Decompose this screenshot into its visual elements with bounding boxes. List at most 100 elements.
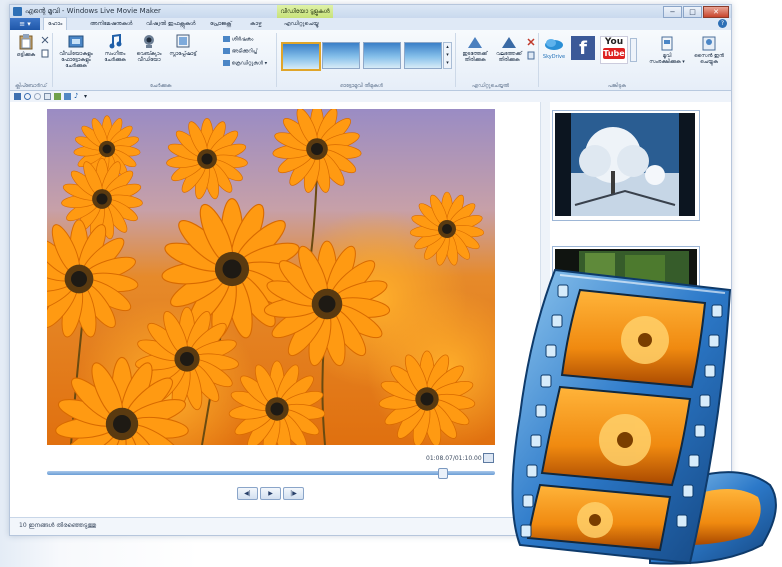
snapshot-button[interactable]: സ്നാപ്പ്ഷോട്ട് <box>168 34 198 57</box>
film-photo-icon <box>68 35 84 48</box>
ribbon: ഒട്ടിക്കുക ക്ലിപ്ബോർഡ് വീഡിയോകളും ഫോട്ടോ… <box>10 30 731 91</box>
selection-count: 10 ഇനങ്ങൾ തിരഞ്ഞെടുത്തു <box>19 522 97 529</box>
seek-bar[interactable] <box>47 471 495 475</box>
title-button[interactable]: ശീർഷകം <box>223 36 253 43</box>
save-movie-button[interactable]: മൂവി സംരക്ഷിക്കുക ▾ <box>649 36 685 65</box>
project-name: എന്റെ മൂവി <box>25 7 60 15</box>
music-note-icon <box>109 34 122 49</box>
new-project-icon[interactable] <box>44 93 51 100</box>
tab-view[interactable]: കാഴ്ച <box>250 18 262 30</box>
credits-button[interactable]: ക്രെഡിറ്റുകൾ ▾ <box>223 60 267 67</box>
add-videos-photos-label: വീഡിയോകളും ഫോട്ടോകളും ചേർക്കുക <box>59 51 93 69</box>
paste-label: ഒട്ടിക്കുക <box>16 52 36 58</box>
credits-label: ക്രെഡിറ്റുകൾ ▾ <box>231 60 268 67</box>
snapshot-icon <box>176 34 190 48</box>
tab-animations[interactable]: അനിമേഷനുകൾ <box>90 18 132 30</box>
snapshot-small-icon[interactable] <box>64 93 71 100</box>
sign-in-icon <box>702 36 716 51</box>
webcam-video-button[interactable]: വെബ്ക്യാം വീഡിയോ <box>134 34 164 63</box>
caption-button[interactable]: അടിക്കുറിപ്പ് <box>223 48 257 55</box>
window-controls: − □ ✕ <box>662 6 729 18</box>
add-videos-icon[interactable] <box>54 93 61 100</box>
save-movie-label: മൂവി സംരക്ഷിക്കുക ▾ <box>649 53 685 65</box>
skydrive-cloud-icon <box>545 39 563 50</box>
remove-icon[interactable] <box>527 38 535 62</box>
add-music-label: സംഗീതം ചേർക്കുക <box>104 51 126 63</box>
ribbon-separator <box>52 33 53 87</box>
flower-photo <box>47 109 495 445</box>
youtube-label-tube: Tube <box>603 48 625 59</box>
theme-thumbnail[interactable] <box>363 42 401 69</box>
redo-icon[interactable] <box>34 93 41 100</box>
save-icon[interactable] <box>14 93 21 100</box>
rotate-right-icon <box>502 37 516 48</box>
tab-visual-effects[interactable]: വിഷ്വൽ ഇഫക്റ്റുകൾ <box>146 18 196 30</box>
window-title: എന്റെ മൂവി - Windows Live Movie Maker <box>25 7 161 16</box>
rotate-left-button[interactable]: ഇടത്തേക്ക് തിരിക്കുക <box>459 36 491 63</box>
theme-thumbnail[interactable] <box>404 42 442 69</box>
ribbon-separator <box>276 33 277 87</box>
rotate-right-button[interactable]: വലത്തേക്ക് തിരിക്കുക <box>493 36 525 63</box>
clipboard-icon <box>19 34 33 50</box>
fullscreen-preview-icon[interactable] <box>483 453 494 463</box>
play-button[interactable]: ▶ <box>260 487 281 500</box>
next-frame-button[interactable]: |▶ <box>283 487 304 500</box>
rotate-right-label: വലത്തേക്ക് തിരിക്കുക <box>496 51 522 63</box>
skydrive-button[interactable]: SkyDrive <box>541 36 567 60</box>
clip-thumbnail <box>555 113 697 218</box>
music-small-icon[interactable]: ♪ <box>74 93 81 100</box>
youtube-button[interactable]: You Tube <box>600 36 628 64</box>
minimize-button[interactable]: − <box>663 6 682 18</box>
sign-in-label: സൈൻ ഇൻ ചെയ്യുക <box>694 53 724 65</box>
previous-frame-button[interactable]: ◀| <box>237 487 258 500</box>
paste-button[interactable]: ഒട്ടിക്കുക <box>14 34 38 58</box>
movie-maker-logo <box>511 268 777 565</box>
theme-thumbnail[interactable] <box>322 42 360 69</box>
caption-icon <box>223 48 230 54</box>
title-label: ശീർഷകം <box>231 36 254 43</box>
title-bar: എന്റെ മൂവി - Windows Live Movie Maker വീ… <box>10 5 731 18</box>
webcam-video-label: വെബ്ക്യാം വീഡിയോ <box>136 51 162 63</box>
seek-bar-handle[interactable] <box>438 468 448 479</box>
save-movie-icon <box>661 36 673 51</box>
customize-toolbar-icon[interactable]: ▾ <box>84 93 91 100</box>
movie-maker-app-icon[interactable] <box>13 7 22 16</box>
storyboard-clip[interactable] <box>552 110 700 221</box>
ribbon-separator <box>538 33 539 87</box>
help-icon[interactable]: ? <box>718 19 727 28</box>
youtube-label-you: You <box>604 37 624 47</box>
tab-edit[interactable]: എഡിറ്റുചെയ്യൂ <box>284 18 319 30</box>
rotate-left-label: ഇടത്തേക്ക് തിരിക്കുക <box>462 51 488 63</box>
themes-gallery-scroll[interactable]: ▴ ▾ ▾ <box>443 42 452 69</box>
playback-controls: ◀| ▶ |▶ <box>237 487 306 500</box>
add-videos-photos-button[interactable]: വീഡിയോകളും ഫോട്ടോകളും ചേർക്കുക <box>56 34 96 69</box>
automovie-group-label: ഓട്ടോമൂവി തീമുകൾ <box>340 83 383 89</box>
clipboard-group-label: ക്ലിപ്ബോർഡ് <box>15 83 47 89</box>
share-gallery-scroll[interactable] <box>630 38 637 62</box>
app-name: Windows Live Movie Maker <box>66 7 161 15</box>
preview-monitor[interactable] <box>47 109 495 445</box>
video-tools-context-label: വീഡിയോ ടൂളുകൾ <box>277 5 333 18</box>
ribbon-separator <box>455 33 456 87</box>
file-menu-button[interactable]: ≡ ▾ <box>10 18 40 30</box>
cut-copy-icons[interactable] <box>41 36 49 60</box>
theme-thumbnail[interactable] <box>281 42 321 71</box>
add-music-button[interactable]: സംഗീതം ചേർക്കുക <box>100 34 130 63</box>
sign-in-button[interactable]: സൈൻ ഇൻ ചെയ്യുക <box>692 36 726 65</box>
caption-label: അടിക്കുറിപ്പ് <box>231 48 258 55</box>
close-button[interactable]: ✕ <box>703 6 729 18</box>
playback-timecode: 01:08.07/01:10.00 <box>426 455 482 462</box>
maximize-button[interactable]: □ <box>683 6 702 18</box>
snapshot-label: സ്നാപ്പ്ഷോട്ട് <box>169 51 197 57</box>
webcam-icon <box>144 35 154 48</box>
share-group-label: പങ്കിടുക <box>608 83 626 89</box>
skydrive-label: SkyDrive <box>542 54 566 60</box>
preview-pane: 01:08.07/01:10.00 ◀| ▶ |▶ <box>10 102 540 517</box>
facebook-button[interactable]: f <box>571 36 595 60</box>
undo-icon[interactable] <box>24 93 31 100</box>
snowy-tree-photo <box>555 113 695 216</box>
tab-project[interactable]: പ്രോജക്റ്റ് <box>210 18 232 30</box>
title-icon <box>223 36 230 42</box>
tab-home[interactable]: ഹോം <box>43 17 68 30</box>
add-group-label: ചേർക്കുക <box>150 83 172 89</box>
